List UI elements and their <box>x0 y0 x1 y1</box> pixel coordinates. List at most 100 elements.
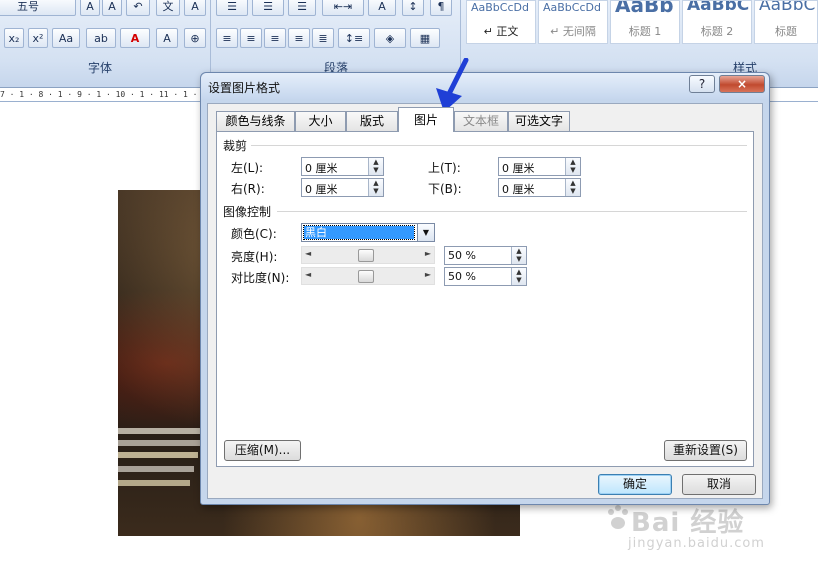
font-size-select[interactable]: 五号 <box>0 0 76 16</box>
crop-left-label: 左(L): <box>231 161 264 175</box>
spin-arrows[interactable]: ▲ ▼ <box>511 247 526 264</box>
format-picture-dialog: 设置图片格式 ? × 颜色与线条 大小 版式 图片 文本框 可选文字 裁剪 左(… <box>200 72 770 505</box>
font-group-label: 字体 <box>87 61 112 75</box>
line-spacing-button[interactable]: ↕≡ <box>338 28 370 48</box>
baidu-paw-icon <box>608 505 628 529</box>
style-sample: AaBbCcDd <box>471 1 529 14</box>
contrast-spinner[interactable]: 50 % ▲ ▼ <box>444 267 527 286</box>
tab-layout[interactable]: 版式 <box>346 111 398 131</box>
char-border-button[interactable]: A <box>184 0 206 16</box>
dialog-titlebar[interactable]: 设置图片格式 ? × <box>201 73 769 99</box>
picture-tab-panel: 裁剪 左(L): 0 厘米 ▲ ▼ 上(T): 0 厘米 ▲ ▼ 右(R): 0 厘… <box>216 131 754 467</box>
brightness-slider[interactable]: ◄ ► <box>301 246 435 264</box>
align-right-button[interactable]: ≡ <box>264 28 286 48</box>
slider-thumb[interactable] <box>358 249 374 262</box>
style-name: ↵ 正文 <box>483 25 519 38</box>
chevron-down-icon[interactable]: ▼ <box>417 224 434 241</box>
distribute-button[interactable]: ≣ <box>312 28 334 48</box>
baidu-watermark: Bai 经验 jingyan.baidu.com <box>605 498 815 566</box>
align-center-button[interactable]: ≡ <box>240 28 262 48</box>
crop-bottom-value: 0 厘米 <box>502 183 535 196</box>
contrast-label: 对比度(N): <box>231 271 290 285</box>
ok-button[interactable]: 确定 <box>598 474 672 495</box>
style-normal[interactable]: AaBbCcDd ↵ 正文 <box>466 0 536 44</box>
spin-arrows[interactable]: ▲ ▼ <box>511 268 526 285</box>
crop-top-spinner[interactable]: 0 厘米 ▲ ▼ <box>498 157 581 176</box>
font-size-value: 五号 <box>17 0 39 13</box>
superscript-button[interactable]: x² <box>28 28 48 48</box>
bullets-button[interactable]: ☰ <box>216 0 248 16</box>
contrast-slider[interactable]: ◄ ► <box>301 267 435 285</box>
style-title[interactable]: AaBbC 标题 <box>754 0 818 44</box>
slider-thumb[interactable] <box>358 270 374 283</box>
crop-bottom-spinner[interactable]: 0 厘米 ▲ ▼ <box>498 178 581 197</box>
indent-button[interactable]: ⇤⇥ <box>322 0 364 16</box>
crop-left-value: 0 厘米 <box>305 162 338 175</box>
tab-alt-text[interactable]: 可选文字 <box>508 111 570 131</box>
char-shading-button[interactable]: A <box>156 28 178 48</box>
font-color-button[interactable]: A <box>120 28 150 48</box>
close-button[interactable]: × <box>719 75 765 93</box>
style-sample: AaBb <box>615 0 674 17</box>
phonetic-button[interactable]: 文 <box>156 0 180 16</box>
tab-picture[interactable]: 图片 <box>398 107 454 132</box>
photo-book-stack <box>118 428 208 434</box>
photo-book-stack <box>118 480 190 486</box>
crop-right-label: 右(R): <box>231 182 265 196</box>
color-select[interactable]: 黑白 ▼ <box>301 223 435 242</box>
crop-top-label: 上(T): <box>428 161 461 175</box>
highlight-button[interactable]: ab <box>86 28 116 48</box>
help-button[interactable]: ? <box>689 75 715 93</box>
slider-right-arrow[interactable]: ► <box>425 270 431 279</box>
clear-format-button[interactable]: ↶ <box>126 0 150 16</box>
grow-font-button[interactable]: A <box>80 0 100 16</box>
color-select-value: 黑白 <box>303 225 415 240</box>
section-divider <box>251 145 747 146</box>
crop-bottom-label: 下(B): <box>428 182 462 196</box>
compress-button[interactable]: 压缩(M)... <box>224 440 301 461</box>
watermark-brand: Bai 经验 <box>631 508 745 538</box>
slider-left-arrow[interactable]: ◄ <box>305 270 311 279</box>
show-marks-button[interactable]: ¶ <box>430 0 452 16</box>
slider-left-arrow[interactable]: ◄ <box>305 249 311 258</box>
align-left-button[interactable]: ≡ <box>216 28 238 48</box>
subscript-button[interactable]: x₂ <box>4 28 24 48</box>
enclose-char-button[interactable]: ⊕ <box>184 28 206 48</box>
shrink-font-button[interactable]: A <box>102 0 122 16</box>
style-no-spacing[interactable]: AaBbCcDd ↵ 无间隔 <box>538 0 608 44</box>
photo-book-stack <box>118 440 202 446</box>
crop-left-spinner[interactable]: 0 厘米 ▲ ▼ <box>301 157 384 176</box>
justify-button[interactable]: ≡ <box>288 28 310 48</box>
watermark-url: jingyan.baidu.com <box>628 536 765 551</box>
spin-arrows[interactable]: ▲ ▼ <box>565 179 580 196</box>
style-sample: AaBbCcDd <box>543 1 601 14</box>
ribbon-separator <box>210 0 211 80</box>
change-case-button[interactable]: Aa <box>52 28 80 48</box>
tab-colors-lines[interactable]: 颜色与线条 <box>216 111 295 131</box>
style-name: ↵ 无间隔 <box>550 25 596 38</box>
numbering-button[interactable]: ☰ <box>252 0 284 16</box>
crop-top-value: 0 厘米 <box>502 162 535 175</box>
asian-layout-button[interactable]: A <box>368 0 396 16</box>
style-sample: AaBbC <box>759 0 816 15</box>
style-heading-1[interactable]: AaBb 标题 1 <box>610 0 680 44</box>
color-label: 颜色(C): <box>231 227 277 241</box>
slider-right-arrow[interactable]: ► <box>425 249 431 258</box>
shading-button[interactable]: ◈ <box>374 28 406 48</box>
sort-button[interactable]: ↕ <box>402 0 424 16</box>
cancel-button[interactable]: 取消 <box>682 474 756 495</box>
borders-button[interactable]: ▦ <box>410 28 440 48</box>
style-sample: AaBbC <box>687 0 750 15</box>
brightness-spinner[interactable]: 50 % ▲ ▼ <box>444 246 527 265</box>
style-heading-2[interactable]: AaBbC 标题 2 <box>682 0 752 44</box>
spin-arrows[interactable]: ▲ ▼ <box>368 158 383 175</box>
tab-size[interactable]: 大小 <box>295 111 346 131</box>
dialog-title: 设置图片格式 <box>208 81 281 95</box>
reset-button[interactable]: 重新设置(S) <box>664 440 747 461</box>
brightness-value: 50 % <box>448 249 476 262</box>
crop-right-spinner[interactable]: 0 厘米 ▲ ▼ <box>301 178 384 197</box>
crop-right-value: 0 厘米 <box>305 183 338 196</box>
spin-arrows[interactable]: ▲ ▼ <box>565 158 580 175</box>
spin-arrows[interactable]: ▲ ▼ <box>368 179 383 196</box>
multilevel-list-button[interactable]: ☰ <box>288 0 316 16</box>
